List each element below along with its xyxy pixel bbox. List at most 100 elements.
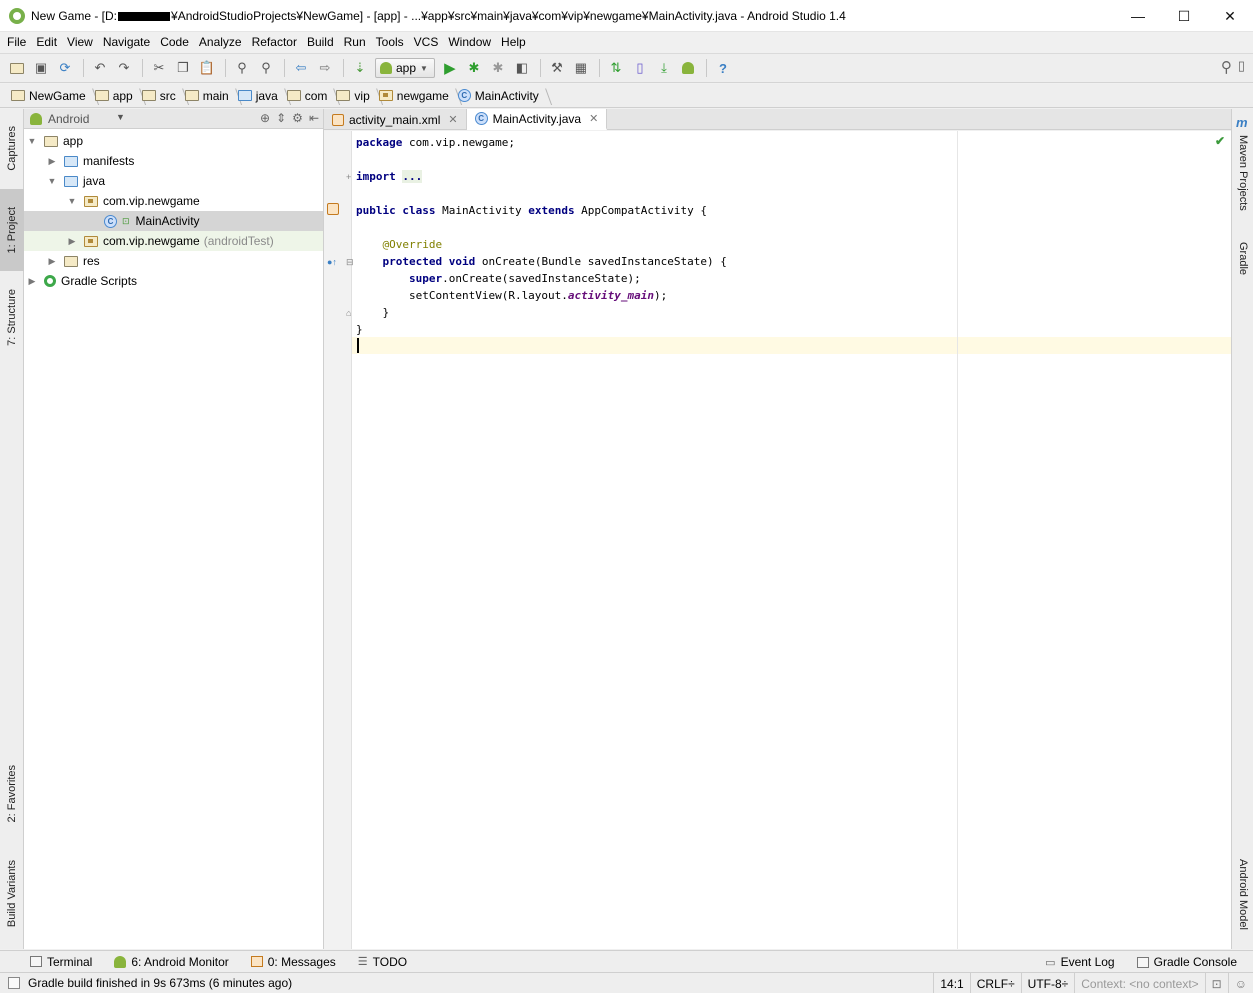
menu-run[interactable]: Run — [339, 35, 371, 49]
tool-tab-project[interactable]: 1: Project — [0, 189, 24, 271]
fold-minus-icon[interactable]: ⊟ — [346, 257, 354, 268]
lock-icon[interactable]: ⊡ — [1204, 973, 1228, 993]
hide-panel-icon[interactable]: ⇤ — [309, 111, 319, 125]
paste-icon[interactable]: 📋 — [196, 57, 218, 79]
run-configuration-select[interactable]: app ▼ — [375, 58, 435, 78]
tool-tab-gradle-console[interactable]: Gradle Console — [1136, 955, 1237, 969]
tool-tab-structure[interactable]: 7: Structure — [0, 277, 24, 357]
run-icon[interactable]: ▶ — [439, 57, 461, 79]
close-tab-icon[interactable]: ✕ — [448, 113, 457, 126]
class-gutter-icon[interactable] — [327, 203, 339, 215]
minimize-button[interactable]: — — [1115, 0, 1161, 32]
tool-tab-event-log[interactable]: ▭ Event Log — [1045, 955, 1114, 969]
tool-tab-favorites[interactable]: 2: Favorites — [0, 754, 24, 834]
tree-node-package-test[interactable]: ▶ com.vip.newgame (androidTest) — [24, 231, 323, 251]
project-structure-icon[interactable]: ⚒ — [546, 57, 568, 79]
tree-node-gradle-scripts[interactable]: ▶ Gradle Scripts — [24, 271, 323, 291]
collapse-all-icon[interactable]: ⇕ — [276, 111, 286, 125]
find-icon[interactable]: ⚲ — [231, 57, 253, 79]
expanded-arrow-icon[interactable]: ▼ — [46, 176, 58, 186]
fold-plus-icon[interactable]: + — [346, 172, 351, 182]
tree-node-package[interactable]: ▼ com.vip.newgame — [24, 191, 323, 211]
code-editor[interactable]: + ●↑ ⊟ ⌂ package com.vip.newgame; import… — [324, 131, 1231, 949]
close-tab-icon[interactable]: ✕ — [589, 112, 598, 125]
menu-code[interactable]: Code — [155, 35, 194, 49]
sync-gradle-icon[interactable]: ⇅ — [605, 57, 627, 79]
maximize-button[interactable]: ☐ — [1161, 0, 1207, 32]
breadcrumb-item-mainactivity[interactable]: C MainActivity — [455, 86, 545, 106]
tool-tab-messages[interactable]: 0: Messages — [250, 955, 336, 969]
redo-icon[interactable]: ↷ — [113, 57, 135, 79]
debug-icon[interactable]: ✱ — [463, 57, 485, 79]
tool-tab-captures[interactable]: Captures — [0, 113, 24, 183]
collapsed-arrow-icon[interactable]: ▶ — [66, 236, 78, 247]
menu-view[interactable]: View — [62, 35, 98, 49]
menu-analyze[interactable]: Analyze — [194, 35, 247, 49]
replace-icon[interactable]: ⚲ — [255, 57, 277, 79]
copy-icon[interactable]: ❐ — [172, 57, 194, 79]
tool-tab-maven-projects[interactable]: Maven Projects — [1232, 133, 1253, 213]
breadcrumb-item-vip[interactable]: vip — [333, 86, 375, 106]
sync-icon[interactable]: ⟳ — [54, 57, 76, 79]
help-icon[interactable]: ? — [712, 57, 734, 79]
close-button[interactable]: ✕ — [1207, 0, 1253, 32]
tool-tab-android-monitor[interactable]: 6: Android Monitor — [114, 955, 229, 969]
fold-end-icon[interactable]: ⌂ — [346, 308, 351, 318]
menu-build[interactable]: Build — [302, 35, 339, 49]
menu-help[interactable]: Help — [496, 35, 531, 49]
breadcrumb-item-src[interactable]: src — [139, 86, 182, 106]
inspector-icon[interactable]: ☺ — [1227, 973, 1253, 993]
save-all-icon[interactable]: ▣ — [30, 57, 52, 79]
tool-tab-gradle[interactable]: Gradle — [1232, 233, 1253, 285]
breadcrumb-item-newgame-pkg[interactable]: newgame — [376, 86, 455, 106]
collapsed-arrow-icon[interactable]: ▶ — [46, 156, 58, 167]
tree-node-app[interactable]: ▼ app — [24, 131, 323, 151]
tree-node-java[interactable]: ▼ java — [24, 171, 323, 191]
tool-tab-terminal[interactable]: Terminal — [30, 955, 92, 969]
menu-file[interactable]: File — [2, 35, 31, 49]
breadcrumb-item-main[interactable]: main — [182, 86, 235, 106]
folded-imports[interactable]: ... — [402, 170, 423, 183]
caret-position[interactable]: 14:1 — [933, 973, 969, 993]
tab-mainactivity-java[interactable]: C MainActivity.java ✕ — [466, 109, 608, 130]
menu-refactor[interactable]: Refactor — [247, 35, 302, 49]
menu-vcs[interactable]: VCS — [409, 35, 444, 49]
menu-tools[interactable]: Tools — [371, 35, 409, 49]
back-icon[interactable]: ⇦ — [290, 57, 312, 79]
attach-debugger-icon[interactable]: ✱ — [487, 57, 509, 79]
project-view-selector[interactable]: Android ▼ ⊕ ⇕ ⚙ ⇤ — [24, 109, 323, 129]
tree-node-mainactivity[interactable]: C ⊡ MainActivity — [24, 211, 323, 231]
stop-icon[interactable]: ◧ — [511, 57, 533, 79]
forward-icon[interactable]: ⇨ — [314, 57, 336, 79]
open-folder-icon[interactable] — [6, 57, 28, 79]
expanded-arrow-icon[interactable]: ▼ — [26, 136, 38, 146]
menu-navigate[interactable]: Navigate — [98, 35, 155, 49]
tool-windows-toggle-icon[interactable] — [8, 977, 20, 989]
collapsed-arrow-icon[interactable]: ▶ — [26, 276, 38, 287]
tool-tab-build-variants[interactable]: Build Variants — [0, 849, 24, 939]
search-everywhere-icon[interactable]: ⚲ — [1221, 58, 1232, 76]
tab-activity-main-xml[interactable]: activity_main.xml ✕ — [324, 109, 467, 130]
tool-tab-todo[interactable]: ☰ TODO — [358, 955, 407, 969]
settings-icon[interactable]: ▦ — [570, 57, 592, 79]
override-gutter-icon[interactable]: ●↑ — [327, 257, 337, 267]
avd-manager-icon[interactable]: ▯ — [629, 57, 651, 79]
tool-tab-android-model[interactable]: Android Model — [1232, 849, 1253, 939]
layout-icon[interactable]: ▯ — [1238, 58, 1245, 76]
scroll-from-source-icon[interactable]: ⊕ — [260, 111, 270, 125]
expanded-arrow-icon[interactable]: ▼ — [66, 196, 78, 206]
make-project-icon[interactable]: ⇣ — [349, 57, 371, 79]
tree-node-manifests[interactable]: ▶ manifests — [24, 151, 323, 171]
collapsed-arrow-icon[interactable]: ▶ — [46, 256, 58, 267]
breadcrumb-item-newgame[interactable]: NewGame — [8, 86, 92, 106]
sdk-manager-icon[interactable]: ⤓ — [653, 57, 675, 79]
breadcrumb-item-app[interactable]: app — [92, 86, 139, 106]
menu-edit[interactable]: Edit — [31, 35, 62, 49]
cut-icon[interactable]: ✂ — [148, 57, 170, 79]
breadcrumb-item-com[interactable]: com — [284, 86, 334, 106]
tree-node-res[interactable]: ▶ res — [24, 251, 323, 271]
encoding-selector[interactable]: UTF-8÷ — [1020, 973, 1075, 993]
breadcrumb-item-java[interactable]: java — [235, 86, 284, 106]
line-separator-selector[interactable]: CRLF÷ — [969, 973, 1021, 993]
android-device-monitor-icon[interactable] — [677, 57, 699, 79]
